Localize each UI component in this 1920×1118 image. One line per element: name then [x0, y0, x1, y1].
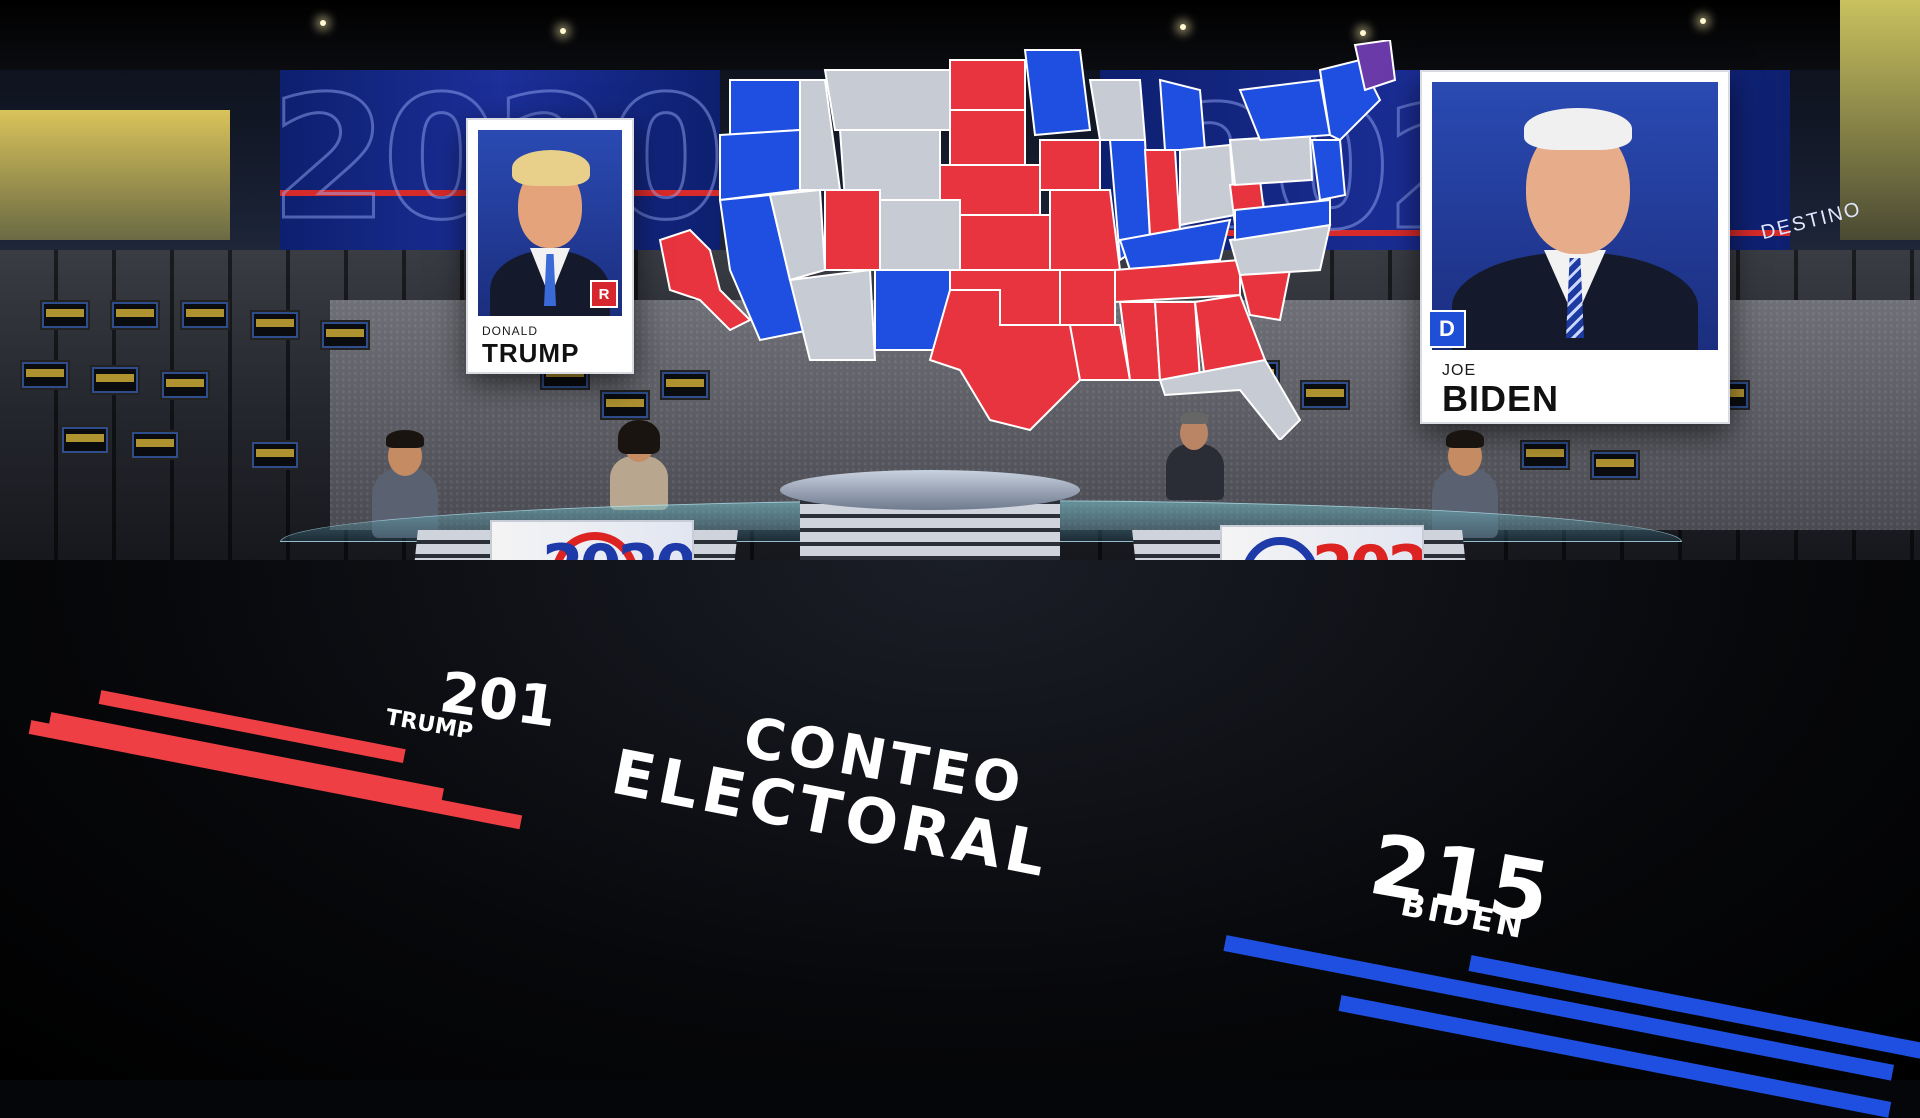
state-south-dakota[interactable]: [949, 109, 1026, 166]
state-pennsylvania[interactable]: [1228, 133, 1314, 187]
state-arizona[interactable]: [788, 268, 877, 361]
candidate-photo-biden: [1432, 82, 1718, 350]
anchor-center-right: [1160, 410, 1230, 500]
state-new-york[interactable]: [1238, 78, 1332, 142]
state-mid-atlantic[interactable]: [1310, 139, 1347, 202]
ceiling-light: [560, 28, 566, 34]
party-badge-democrat: D: [1428, 310, 1466, 348]
state-ohio[interactable]: [1179, 143, 1237, 227]
candidate-last-name: TRUMP: [482, 338, 580, 368]
candidate-panel-biden[interactable]: D JOE BIDEN: [1420, 70, 1730, 424]
state-louisiana[interactable]: [1068, 324, 1132, 381]
state-kansas[interactable]: [959, 214, 1051, 271]
ceiling-light: [1360, 30, 1366, 36]
anchor-center-left: [600, 420, 680, 510]
state-iowa[interactable]: [1039, 139, 1101, 191]
state-missouri[interactable]: [1049, 189, 1122, 271]
left-window: [0, 110, 230, 240]
desk-center-top: [780, 470, 1080, 510]
state-north-dakota[interactable]: [949, 59, 1026, 111]
state-oregon[interactable]: [719, 128, 801, 202]
ceiling-light: [1700, 18, 1706, 24]
state-utah[interactable]: [824, 189, 881, 271]
state-indiana[interactable]: [1143, 149, 1182, 237]
state-washington[interactable]: [729, 79, 801, 137]
state-colorado[interactable]: [879, 199, 961, 271]
ceiling-light: [1180, 24, 1186, 30]
electoral-map: [658, 40, 1397, 440]
state-alabama[interactable]: [1153, 301, 1202, 381]
candidate-first-name: DONALD: [482, 324, 539, 338]
state-montana[interactable]: [823, 69, 951, 131]
state-arkansas[interactable]: [1059, 269, 1116, 326]
state-minnesota[interactable]: [1023, 49, 1092, 137]
state-wisconsin[interactable]: [1088, 79, 1147, 141]
party-badge-republican: R: [590, 280, 618, 308]
ceiling-light: [320, 20, 326, 26]
candidate-last-name: BIDEN: [1442, 378, 1560, 419]
state-michigan[interactable]: [1158, 78, 1207, 151]
candidate-panel-trump[interactable]: R DONALD TRUMP: [466, 118, 634, 374]
